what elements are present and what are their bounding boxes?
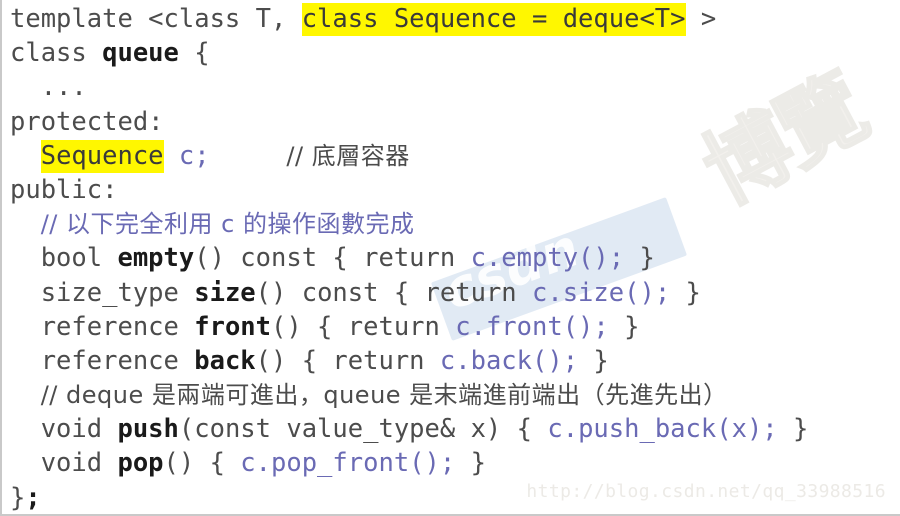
- code-token: reference: [10, 345, 195, 376]
- code-token: () { return: [271, 311, 456, 342]
- code-listing-page: 博覽 csdn template <class T, class Sequenc…: [0, 0, 900, 516]
- code-token: queue: [102, 38, 179, 69]
- line-protected: protected:: [10, 105, 900, 139]
- code-token: template <class T,: [10, 4, 302, 34]
- code-token: void: [10, 414, 118, 445]
- code-token: pop: [117, 448, 164, 479]
- code-token: Sequence: [40, 139, 164, 173]
- line-size: size_type size() const { return c.size()…: [10, 276, 900, 310]
- code-token: () {: [163, 448, 241, 479]
- code-token: back: [194, 345, 256, 376]
- code-token: {: [178, 38, 210, 69]
- code-token: push: [117, 414, 179, 445]
- source-code-block: template <class T, class Sequence = dequ…: [2, 0, 900, 514]
- code-token: () const { return: [255, 277, 532, 308]
- code-token: empty: [117, 243, 195, 274]
- code-token: }: [624, 243, 655, 274]
- code-token: // deque 是兩端可進出，queue 是末端進前端出（先進先出）: [40, 381, 728, 410]
- code-token: () { return: [255, 345, 440, 376]
- code-token: size_type: [10, 277, 195, 308]
- line-ellipsis: ...: [10, 70, 900, 104]
- code-token: >: [685, 4, 717, 34]
- footer-url-watermark: http://blog.csdn.net/qq_33988516: [526, 481, 886, 502]
- code-token: c.empty();: [470, 243, 625, 274]
- code-token: front: [194, 311, 271, 342]
- code-token: c.size();: [532, 277, 671, 308]
- code-token: c;: [178, 140, 210, 171]
- code-token: }: [455, 448, 486, 479]
- code-token: c.back();: [439, 345, 579, 376]
- code-token: }: [10, 482, 26, 513]
- code-token: // 以下完全利用 c 的操作函數完成: [40, 210, 415, 239]
- code-token: () const { return: [194, 243, 471, 274]
- line-public: public:: [10, 173, 900, 207]
- code-token: protected:: [10, 106, 164, 137]
- line-pop: void pop() { c.pop_front(); }: [10, 446, 900, 480]
- code-token: reference: [10, 311, 195, 342]
- line-push: void push(const value_type& x) { c.push_…: [10, 412, 900, 446]
- code-token: bool: [10, 243, 118, 274]
- line-comment-deque: // deque 是兩端可進出，queue 是末端進前端出（先進先出）: [10, 378, 900, 412]
- code-token: class Sequence = deque<T>: [301, 3, 686, 36]
- code-token: }: [578, 345, 609, 376]
- code-token: // 底層容器: [286, 141, 410, 170]
- code-token: ;: [25, 482, 41, 513]
- code-token: ...: [10, 72, 87, 103]
- line-comment-usage: // 以下完全利用 c 的操作函數完成: [10, 207, 900, 241]
- code-token: }: [777, 414, 809, 445]
- code-token: }: [670, 277, 701, 308]
- line-sequence-c: Sequence c; // 底層容器: [10, 139, 900, 173]
- code-token: c.front();: [455, 311, 609, 342]
- line-empty: bool empty() const { return c.empty(); }: [10, 241, 900, 275]
- line-template: template <class T, class Sequence = dequ…: [10, 2, 900, 36]
- code-token: c.push_back(x);: [547, 414, 778, 445]
- code-token: c.pop_front();: [240, 448, 456, 479]
- code-token: public:: [10, 174, 118, 205]
- line-class-queue: class queue {: [10, 36, 900, 70]
- code-token: class: [10, 38, 103, 69]
- code-token: (const value_type& x) {: [178, 414, 548, 445]
- line-back: reference back() { return c.back(); }: [10, 344, 900, 378]
- line-front: reference front() { return c.front(); }: [10, 310, 900, 344]
- code-token: void: [10, 448, 118, 479]
- code-token: }: [608, 311, 640, 342]
- code-token: size: [194, 277, 256, 308]
